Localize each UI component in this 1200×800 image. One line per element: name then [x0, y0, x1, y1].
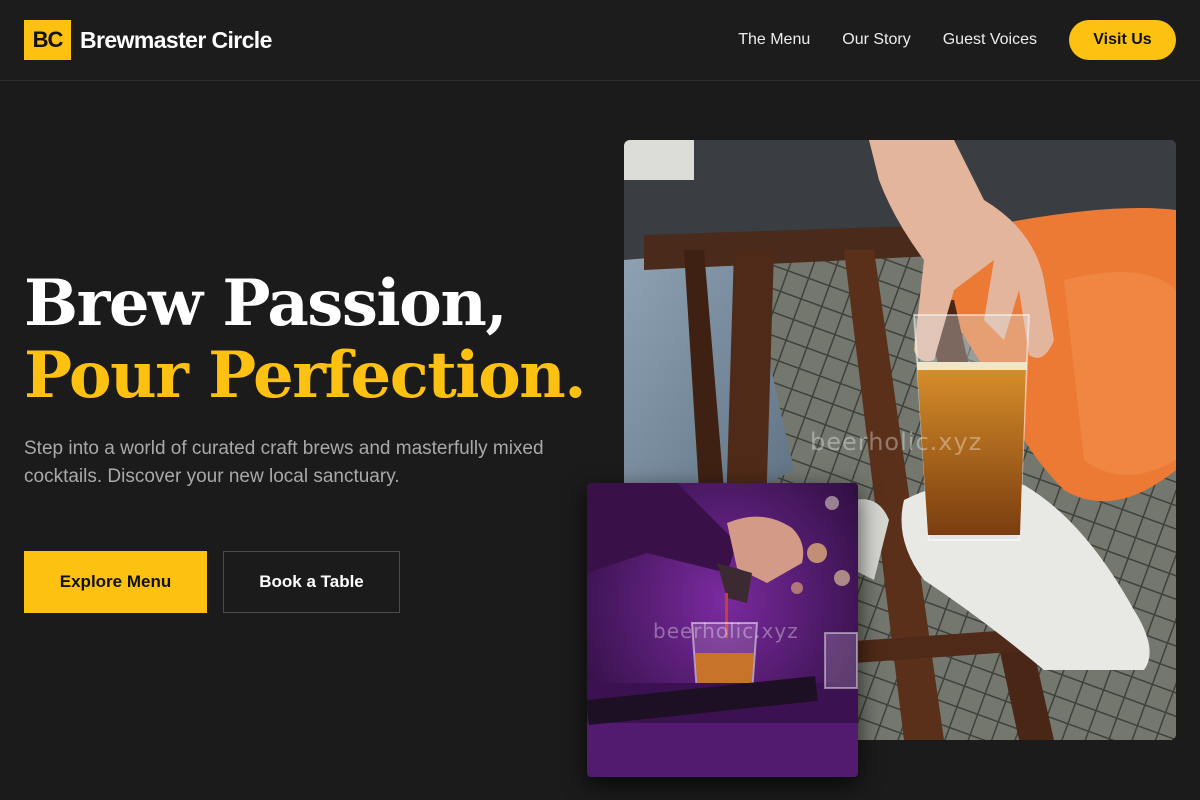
book-table-button[interactable]: Book a Table [223, 551, 400, 613]
explore-menu-button[interactable]: Explore Menu [24, 551, 207, 613]
nav-link-guest-voices[interactable]: Guest Voices [943, 31, 1037, 49]
nav-link-menu[interactable]: The Menu [738, 31, 810, 49]
site-header: BC Brewmaster Circle The Menu Our Story … [0, 0, 1200, 81]
brand-name: Brewmaster Circle [80, 26, 272, 53]
main-photo-watermark: beerholic.xyz [810, 428, 983, 456]
brand-logo[interactable]: BC Brewmaster Circle [24, 20, 272, 60]
nav-link-our-story[interactable]: Our Story [842, 31, 910, 49]
hero-subtitle: Step into a world of curated craft brews… [24, 438, 544, 487]
hero-title: Brew Passion, Pour Perfection. [24, 266, 587, 413]
main-nav: The Menu Our Story Guest Voices Visit Us [738, 20, 1176, 60]
logo-badge: BC [24, 20, 71, 60]
hero-title-line2: Pour Perfection. [24, 338, 587, 413]
visit-us-button[interactable]: Visit Us [1069, 20, 1176, 60]
hero-photo-cocktail: beerholic.xyz [587, 483, 858, 777]
hero-title-line1: Brew Passion, [24, 266, 508, 341]
small-photo-watermark: beerholic.xyz [653, 619, 799, 643]
